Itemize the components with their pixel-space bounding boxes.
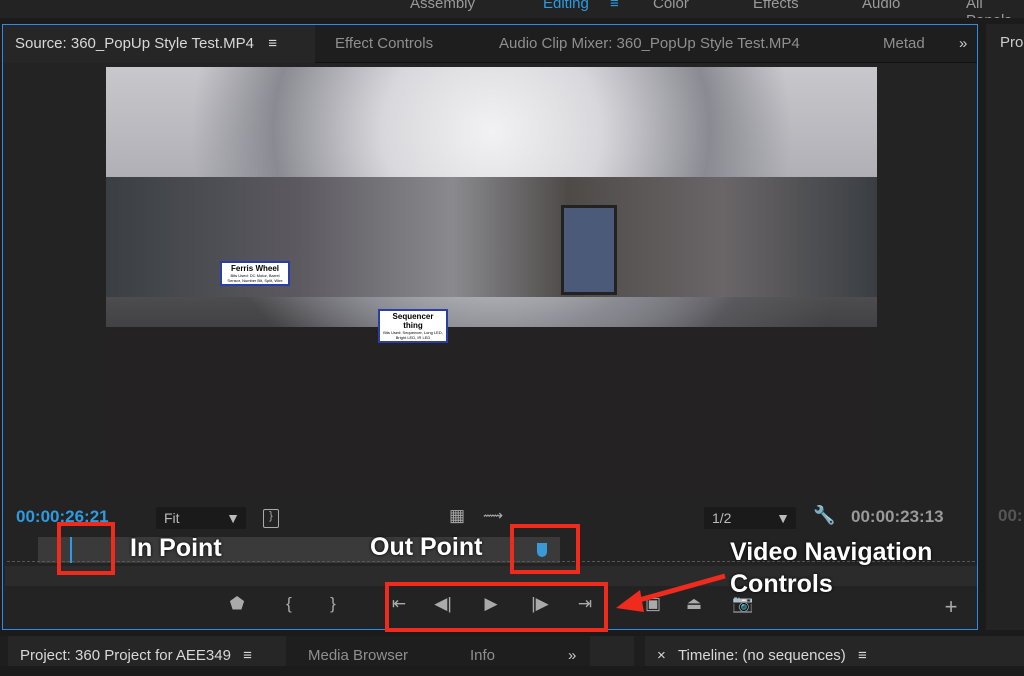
wrench-icon[interactable]: 🔧 bbox=[813, 505, 835, 526]
tab-project[interactable]: Project: 360 Project for AEE349 ≡ bbox=[8, 636, 286, 666]
mark-in-button[interactable]: { bbox=[279, 594, 299, 614]
panel-tabs: Source: 360_PopUp Style Test.MP4 ≡ Effec… bbox=[3, 25, 977, 63]
tab-label: Project: 360 Project for AEE349 bbox=[20, 647, 231, 664]
close-icon[interactable]: × bbox=[657, 647, 666, 664]
tab-effect-controls[interactable]: Effect Controls bbox=[323, 25, 445, 63]
tabs-overflow-button[interactable]: » bbox=[556, 636, 588, 666]
chevron-down-icon: ▼ bbox=[226, 510, 240, 526]
audio-waveform-icon[interactable]: ⟿ bbox=[483, 507, 503, 524]
insert-marker-icon[interactable]: } bbox=[263, 509, 279, 528]
video-frame: Ferris Wheel Bits Used: DC Motor, Barrel … bbox=[106, 67, 877, 497]
out-point-annotation: Out Point bbox=[370, 533, 483, 561]
in-point-annotation: In Point bbox=[130, 534, 222, 562]
menu-icon[interactable]: ≡ bbox=[268, 35, 277, 52]
add-marker-icon[interactable]: ⬟ bbox=[227, 594, 247, 614]
workspace-bar: Assembly Editing ≡ Color Effects Audio A… bbox=[0, 0, 1024, 18]
workspace-all-panels[interactable]: All Panels bbox=[966, 0, 1024, 18]
menu-icon[interactable]: ≡ bbox=[243, 647, 252, 664]
add-button[interactable]: + bbox=[941, 594, 961, 620]
duration-timecode: 00:00:23:13 bbox=[851, 507, 944, 526]
resolution-value: 1/2 bbox=[712, 510, 732, 526]
workspace-editing[interactable]: Editing bbox=[543, 0, 589, 12]
callout-text: Bits Used: Sequencer, Long LED, Bright L… bbox=[383, 330, 443, 340]
annotation-arrow bbox=[616, 573, 726, 612]
tab-label: Source: 360_PopUp Style Test.MP4 bbox=[15, 35, 255, 52]
workspace-effects[interactable]: Effects bbox=[753, 0, 799, 12]
callout-text: Bits Used: DC Motor, Barrel Sensor, Numb… bbox=[227, 273, 283, 283]
tools-panel bbox=[590, 636, 634, 666]
callout-title: Ferris Wheel bbox=[230, 264, 279, 273]
tab-program[interactable]: Pro bbox=[1000, 34, 1023, 51]
callout-title: Sequencer thing bbox=[392, 312, 434, 330]
out-point-highlight bbox=[510, 524, 580, 574]
workspace-color[interactable]: Color bbox=[653, 0, 689, 12]
sequencer-callout: Sequencer thing Bits Used: Sequencer, Lon… bbox=[378, 309, 448, 343]
tab-info[interactable]: Info bbox=[458, 636, 507, 666]
tab-audio-clip-mixer[interactable]: Audio Clip Mixer: 360_PopUp Style Test.M… bbox=[487, 25, 812, 63]
tabs-overflow-button[interactable]: » bbox=[947, 25, 979, 63]
workspace-audio[interactable]: Audio bbox=[862, 0, 900, 12]
tab-label: Timeline: (no sequences) bbox=[677, 647, 846, 664]
tab-source[interactable]: Source: 360_PopUp Style Test.MP4 ≡ bbox=[3, 25, 315, 63]
mark-out-button[interactable]: } bbox=[323, 594, 343, 614]
chevron-down-icon: ▼ bbox=[776, 510, 790, 526]
program-monitor-panel: Pro 00: bbox=[986, 24, 1024, 630]
in-point-highlight bbox=[57, 522, 115, 575]
program-timecode: 00: bbox=[998, 506, 1023, 525]
nav-annotation-line2: Controls bbox=[730, 570, 833, 598]
tab-timeline[interactable]: × Timeline: (no sequences) ≡ bbox=[645, 636, 1024, 666]
menu-icon[interactable]: ≡ bbox=[858, 647, 867, 664]
workspace-assembly[interactable]: Assembly bbox=[410, 0, 475, 12]
nav-controls-highlight bbox=[385, 582, 608, 632]
ferris-wheel-callout: Ferris Wheel Bits Used: DC Motor, Barrel … bbox=[220, 261, 290, 286]
film-icon[interactable]: ▦ bbox=[449, 506, 465, 526]
tab-metadata[interactable]: Metad bbox=[871, 25, 931, 63]
zoom-dropdown[interactable]: Fit ▼ bbox=[156, 507, 246, 529]
zoom-value: Fit bbox=[164, 510, 180, 526]
resolution-dropdown[interactable]: 1/2 ▼ bbox=[704, 507, 796, 529]
nav-annotation-line1: Video Navigation bbox=[730, 538, 933, 566]
bottom-panels: Project: 360 Project for AEE349 ≡ Media … bbox=[0, 636, 1024, 666]
tab-media-browser[interactable]: Media Browser bbox=[296, 636, 420, 666]
menu-icon[interactable]: ≡ bbox=[610, 0, 619, 12]
